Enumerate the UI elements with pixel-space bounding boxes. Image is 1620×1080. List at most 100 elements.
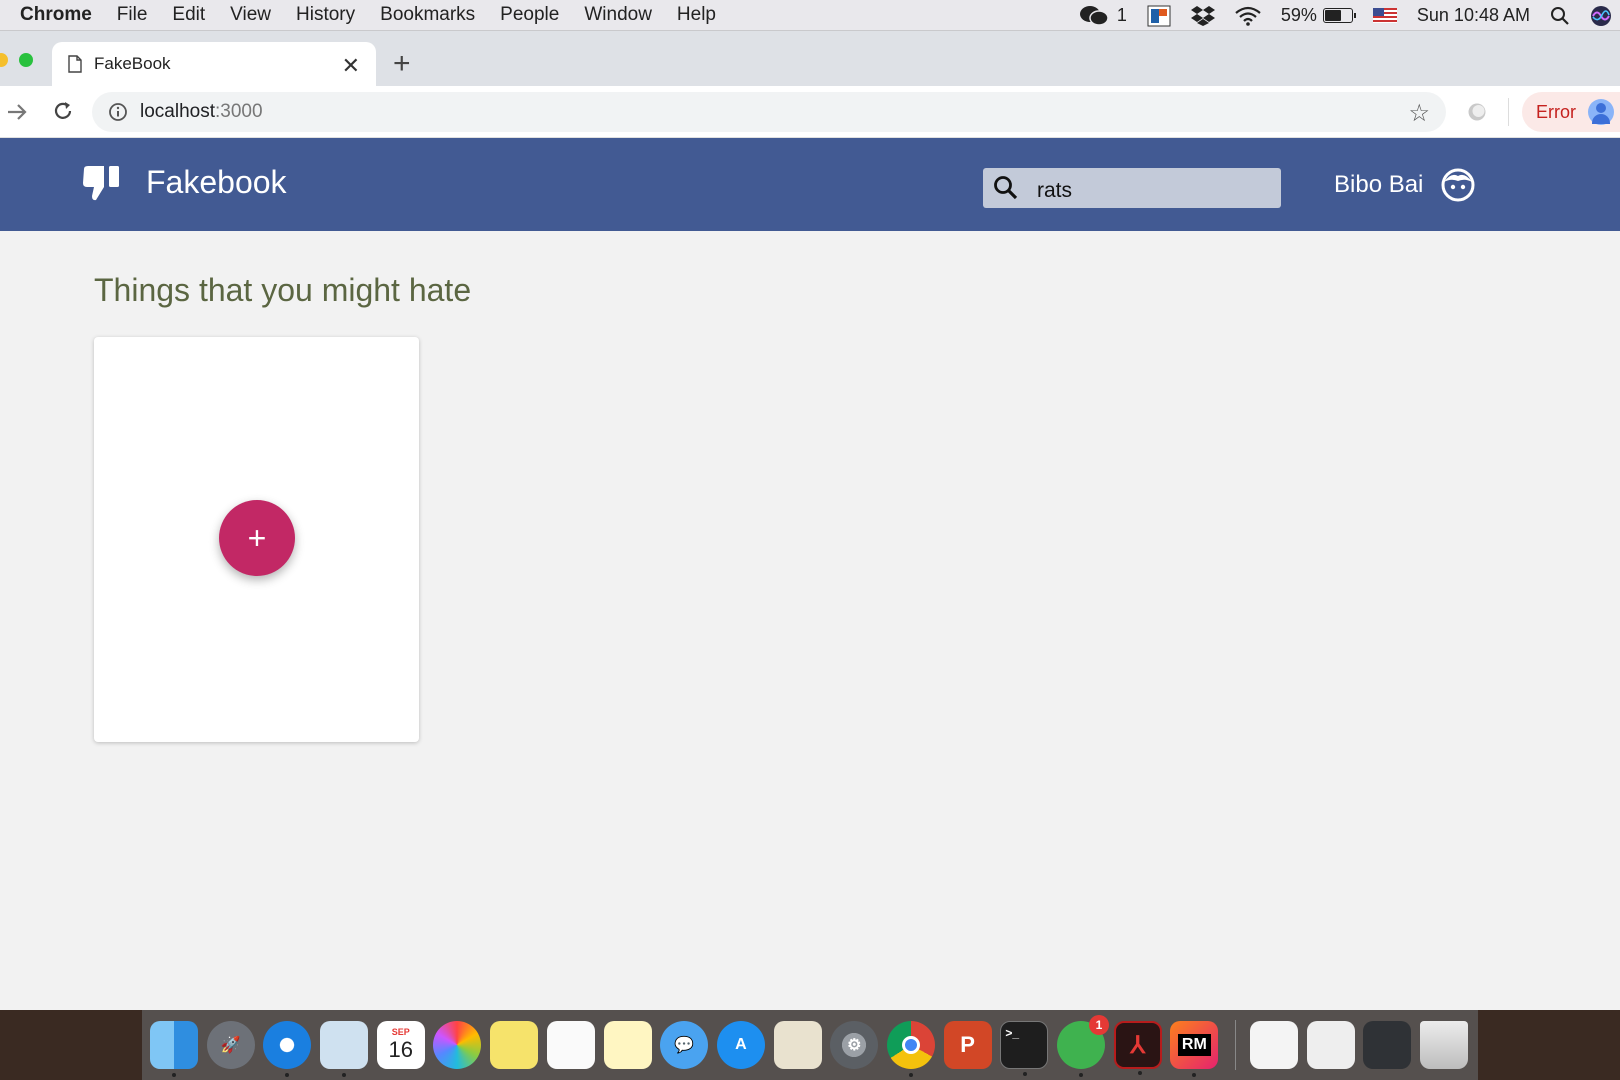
address-bar[interactable]: localhost:3000 ☆ xyxy=(92,92,1446,132)
notes-icon[interactable] xyxy=(603,1021,652,1069)
wechat-dock-icon[interactable]: 1 xyxy=(1057,1015,1109,1077)
calendar-icon[interactable]: SEP 16 xyxy=(376,1021,425,1069)
wechat-icon xyxy=(1079,5,1109,26)
brand-title: Fakebook xyxy=(146,164,287,200)
rubymine-label: RM xyxy=(1177,1034,1211,1056)
menu-window[interactable]: Window xyxy=(584,4,652,26)
trash-icon[interactable] xyxy=(1420,1021,1469,1069)
menu-history[interactable]: History xyxy=(296,4,355,26)
battery-status-item[interactable]: 59% xyxy=(1280,5,1356,26)
running-indicator xyxy=(908,1073,913,1077)
menubar-status-area: 1 59% Sun 10:48 AM xyxy=(1079,0,1620,31)
photos-icon[interactable] xyxy=(433,1021,482,1069)
input-source-status-item[interactable] xyxy=(1372,8,1397,23)
colorful-squares-icon xyxy=(1147,5,1171,26)
macos-menu-bar: Chrome File Edit View History Bookmarks … xyxy=(0,0,1620,31)
powerpoint-icon[interactable]: P xyxy=(943,1021,992,1069)
toolbar-divider xyxy=(1508,98,1509,126)
chrome-center-icon xyxy=(901,1036,920,1054)
tab-fakebook[interactable]: FakeBook ✕ xyxy=(52,42,376,86)
app-store-icon[interactable]: A xyxy=(716,1021,765,1069)
terminal-icon[interactable]: >_ xyxy=(1000,1021,1049,1076)
window-zoom-button[interactable] xyxy=(19,53,33,67)
add-button[interactable]: + xyxy=(219,500,295,576)
url-port: :3000 xyxy=(215,101,263,122)
terminal-prompt: >_ xyxy=(1005,1026,1019,1040)
siri-status-item[interactable] xyxy=(1590,5,1612,27)
face-icon xyxy=(1441,168,1475,202)
acrobat-icon[interactable]: ⅄ xyxy=(1113,1021,1162,1075)
add-item-card: + xyxy=(94,337,419,742)
bookmark-star-icon[interactable]: ☆ xyxy=(1408,99,1430,128)
search-input[interactable] xyxy=(1037,173,1267,203)
profile-avatar-icon xyxy=(1588,99,1614,125)
wifi-status-item[interactable] xyxy=(1235,6,1261,26)
user-name: Bibo Bai xyxy=(1334,171,1424,198)
menu-bookmarks[interactable]: Bookmarks xyxy=(380,4,475,26)
dropbox-icon xyxy=(1190,5,1215,26)
thumbs-down-icon xyxy=(83,165,119,200)
running-indicator xyxy=(285,1073,290,1077)
running-indicator xyxy=(172,1073,176,1077)
running-indicator xyxy=(1137,1071,1142,1075)
stickies-icon[interactable] xyxy=(490,1021,539,1069)
safari-icon[interactable] xyxy=(263,1021,312,1077)
menu-help[interactable]: Help xyxy=(677,4,716,26)
running-indicator xyxy=(1023,1072,1028,1076)
running-indicator xyxy=(1079,1073,1083,1077)
wechat-count: 1 xyxy=(1116,5,1127,25)
system-preferences-icon[interactable]: ⚙ xyxy=(830,1021,879,1069)
calendar-month: SEP xyxy=(391,1027,410,1037)
dock-separator xyxy=(1235,1020,1237,1070)
menu-view[interactable]: View xyxy=(230,4,271,26)
messages-icon[interactable]: 💬 xyxy=(660,1021,709,1069)
tab-title: FakeBook xyxy=(94,54,171,73)
launchpad-icon[interactable]: 🚀 xyxy=(206,1021,255,1069)
app-menu-chrome[interactable]: Chrome xyxy=(20,4,92,26)
chrome-icon[interactable] xyxy=(886,1021,935,1077)
mail-icon[interactable] xyxy=(320,1021,369,1077)
menubar-clock[interactable]: Sun 10:48 AM xyxy=(1417,5,1530,26)
page-icon xyxy=(68,55,82,73)
user-menu[interactable]: Bibo Bai xyxy=(1334,168,1475,202)
browser-tab-strip: FakeBook ✕ + xyxy=(0,31,1620,86)
app-status-icon[interactable] xyxy=(1147,5,1171,27)
new-tab-button[interactable]: + xyxy=(393,47,411,81)
menu-file[interactable]: File xyxy=(117,4,148,26)
running-indicator xyxy=(1192,1073,1197,1077)
profile-error-label: Error xyxy=(1536,101,1576,122)
wifi-icon xyxy=(1235,6,1261,26)
preview-icon[interactable] xyxy=(773,1021,822,1069)
document-stack-icon[interactable] xyxy=(1250,1021,1299,1069)
page-heading: Things that you might hate xyxy=(94,272,472,308)
wechat-status-item[interactable]: 1 xyxy=(1079,5,1127,27)
menu-edit[interactable]: Edit xyxy=(172,4,205,26)
spotlight-status-item[interactable] xyxy=(1550,6,1570,26)
screenshot-stack-icon[interactable] xyxy=(1363,1021,1412,1069)
brand[interactable]: Fakebook xyxy=(82,164,287,201)
dropbox-status-item[interactable] xyxy=(1190,5,1215,27)
profile-error-chip[interactable]: Error xyxy=(1522,92,1620,132)
battery-percent: 59% xyxy=(1280,5,1317,25)
url-host: localhost xyxy=(140,101,215,122)
forward-icon[interactable] xyxy=(6,101,28,123)
browser-toolbar: localhost:3000 ☆ Error xyxy=(0,86,1620,138)
spotlight-search-icon xyxy=(1551,6,1569,25)
finder-icon[interactable] xyxy=(150,1021,198,1077)
tab-close-icon[interactable]: ✕ xyxy=(342,53,360,79)
site-info-icon[interactable] xyxy=(108,102,128,122)
rubymine-icon[interactable]: RM xyxy=(1170,1021,1219,1077)
menu-people[interactable]: People xyxy=(500,4,559,26)
battery-icon xyxy=(1322,8,1356,23)
reminders-icon[interactable] xyxy=(546,1021,595,1069)
search-box[interactable] xyxy=(983,168,1281,208)
reload-icon[interactable] xyxy=(52,100,74,122)
search-icon xyxy=(994,176,1018,200)
fakebook-app-bar: Fakebook Bibo Bai xyxy=(0,138,1620,231)
battery-level-fill xyxy=(1324,10,1342,21)
extension-icon[interactable] xyxy=(1466,101,1488,123)
running-indicator xyxy=(342,1073,347,1077)
window-minimize-button[interactable] xyxy=(0,53,8,67)
wechat-badge: 1 xyxy=(1089,1015,1109,1035)
pdf-document-icon[interactable] xyxy=(1306,1021,1355,1069)
